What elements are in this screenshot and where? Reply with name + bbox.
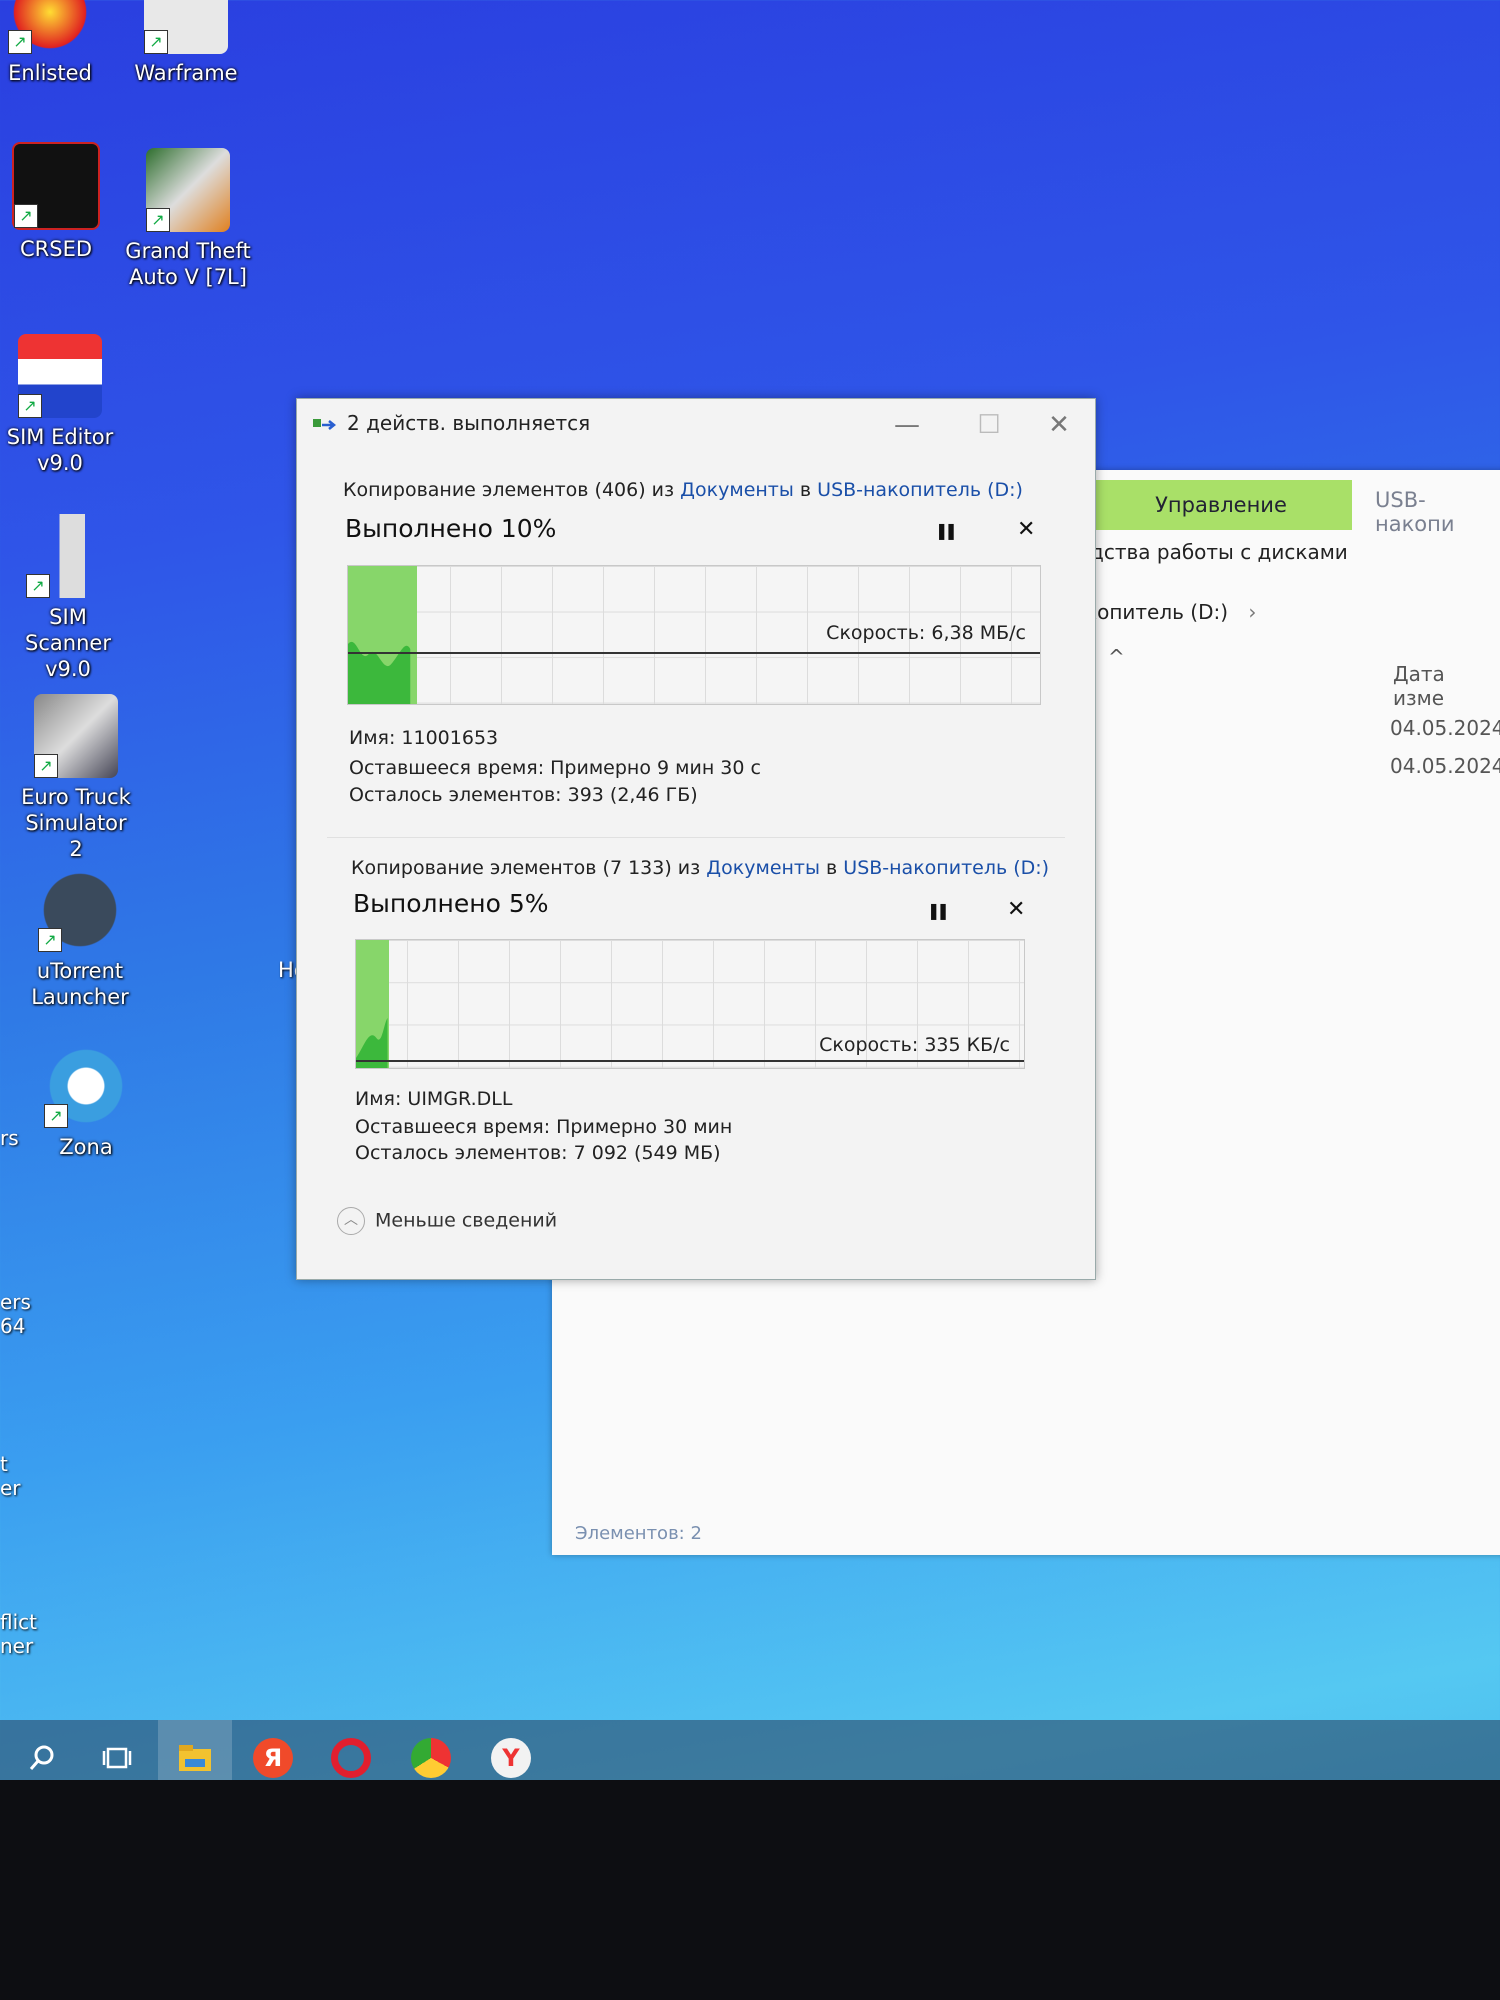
destination-link[interactable]: USB-накопитель (D:) [817, 479, 1023, 501]
desktop-icon-euro-truck[interactable]: ↗ Euro Truck Simulator 2 [6, 694, 146, 862]
monitor-bezel [0, 1780, 1500, 2000]
source-link[interactable]: Документы [680, 479, 794, 501]
shortcut-arrow-icon: ↗ [8, 30, 32, 54]
desktop-icon-label: Warframe [134, 61, 238, 85]
cancel-button[interactable]: ✕ [1007, 897, 1025, 922]
warframe-icon: ↗ [144, 0, 228, 54]
file-date: 04.05.2024 [1390, 754, 1500, 778]
crsed-icon: ↗ [12, 142, 100, 230]
speed-line [356, 1060, 1024, 1062]
zona-icon: ↗ [44, 1044, 128, 1128]
desktop-icon-label: SIM Editor v9.0 [6, 425, 114, 475]
ribbon-tab-usb[interactable]: USB-накопи [1375, 488, 1500, 536]
column-header-date[interactable]: Дата изме [1393, 662, 1500, 710]
desktop-icon-enlisted[interactable]: ↗ Enlisted [0, 0, 120, 86]
desktop-icon-label: SIM Scanner v9.0 [25, 605, 111, 681]
shortcut-arrow-icon: ↗ [26, 574, 50, 598]
shortcut-arrow-icon: ↗ [146, 208, 170, 232]
transfer-speed: Скорость: 6,38 МБ/с [826, 622, 1026, 644]
shortcut-arrow-icon: ↗ [34, 754, 58, 778]
speed-graph: Скорость: 6,38 МБ/с [347, 565, 1041, 705]
address-path: копитель (D:) [1085, 600, 1229, 624]
partial-icon-label: t [0, 1452, 8, 1476]
minimize-button[interactable]: — [879, 405, 935, 445]
desktop-icon-sim-scanner[interactable]: ↗ SIM Scanner v9.0 [0, 514, 138, 682]
pause-button[interactable]: ❚❚ [935, 521, 958, 540]
speed-graph: Скорость: 335 КБ/с [355, 939, 1025, 1069]
time-remaining: Оставшееся время: Примерно 30 мин [355, 1116, 733, 1138]
desktop-icon-zona[interactable]: ↗ Zona [16, 1044, 156, 1160]
sort-caret-icon[interactable]: ^ [1108, 645, 1125, 669]
file-name: Имя: 11001653 [349, 727, 499, 749]
desktop-icon-label: CRSED [19, 237, 93, 261]
chevron-up-icon: ︿ [337, 1207, 365, 1235]
partial-icon-label: ner [0, 1634, 34, 1658]
close-button[interactable]: ✕ [1031, 405, 1087, 445]
dialog-titlebar[interactable]: 2 действ. выполняется — ☐ ✕ [297, 399, 1095, 449]
source-link[interactable]: Документы [706, 857, 820, 879]
desktop-icon-warframe[interactable]: ↗ Warframe [116, 0, 256, 86]
address-bar[interactable]: копитель (D:) › [1085, 600, 1256, 624]
transfer-speed: Скорость: 335 КБ/с [819, 1034, 1010, 1056]
copy-operation-header: Копирование элементов (406) из Документы… [343, 479, 1023, 501]
desktop-icon-label: Euro Truck Simulator 2 [21, 785, 131, 861]
desktop-icon-sim-editor[interactable]: ↗ SIM Editor v9.0 [0, 334, 130, 476]
speed-wave [356, 1018, 388, 1068]
items-remaining: Осталось элементов: 7 092 (549 МБ) [355, 1142, 721, 1164]
pause-button[interactable]: ❚❚ [927, 901, 950, 920]
speed-wave [348, 641, 411, 704]
items-remaining: Осталось элементов: 393 (2,46 ГБ) [349, 784, 698, 806]
partial-icon-label: ers [0, 1290, 31, 1314]
copy-icon [313, 419, 337, 430]
desktop-icon-label: Zona [59, 1135, 113, 1159]
shortcut-arrow-icon: ↗ [18, 394, 42, 418]
partial-icon-label: er [0, 1476, 21, 1500]
progress-percent: Выполнено 10% [345, 514, 557, 543]
divider [327, 837, 1065, 838]
cancel-button[interactable]: ✕ [1017, 517, 1035, 542]
status-bar-item-count: Элементов: 2 [575, 1523, 702, 1544]
speed-line [348, 652, 1040, 654]
partial-icon-label: flict [0, 1610, 37, 1634]
copy-operation-header: Копирование элементов (7 133) из Докумен… [351, 857, 1050, 879]
enlisted-icon: ↗ [8, 0, 92, 54]
dialog-title: 2 действ. выполняется [347, 411, 591, 435]
partial-icon-label: 64 [0, 1314, 26, 1338]
desktop-icon-label: uTorrent Launcher [31, 959, 129, 1009]
utorrent-icon: ↗ [38, 868, 122, 952]
desktop-icon-gta-v[interactable]: ↗ Grand Theft Auto V [7L] [118, 148, 258, 290]
shortcut-arrow-icon: ↗ [44, 1104, 68, 1128]
file-date: 04.05.2024 [1390, 716, 1500, 740]
destination-link[interactable]: USB-накопитель (D:) [843, 857, 1049, 879]
euro-truck-icon: ↗ [34, 694, 118, 778]
shortcut-arrow-icon: ↗ [144, 30, 168, 54]
ribbon-tools-label: дства работы с дисками [1090, 540, 1348, 564]
desktop-icon-label: Grand Theft Auto V [7L] [125, 239, 251, 289]
ribbon-tab-manage[interactable]: Управление [1090, 480, 1352, 530]
desktop-icon-label: Enlisted [8, 61, 92, 85]
less-details-label: Меньше сведений [375, 1209, 558, 1232]
chevron-right-icon[interactable]: › [1248, 600, 1256, 624]
desktop-icon-utorrent[interactable]: ↗ uTorrent Launcher [10, 868, 150, 1010]
maximize-button[interactable]: ☐ [961, 405, 1017, 445]
sim-scanner-icon: ↗ [26, 514, 110, 598]
less-details-button[interactable]: ︿ Меньше сведений [337, 1207, 557, 1235]
progress-percent: Выполнено 5% [353, 889, 549, 918]
desktop-icon-crsed[interactable]: ↗ CRSED [0, 142, 126, 262]
gta-v-icon: ↗ [146, 148, 230, 232]
copy-progress-dialog[interactable]: 2 действ. выполняется — ☐ ✕ Копирование … [296, 398, 1096, 1280]
time-remaining: Оставшееся время: Примерно 9 мин 30 с [349, 757, 761, 779]
shortcut-arrow-icon: ↗ [38, 928, 62, 952]
partial-icon-label: rs [0, 1126, 19, 1150]
sim-editor-icon: ↗ [18, 334, 102, 418]
shortcut-arrow-icon: ↗ [14, 204, 38, 228]
file-name: Имя: UIMGR.DLL [355, 1088, 513, 1110]
